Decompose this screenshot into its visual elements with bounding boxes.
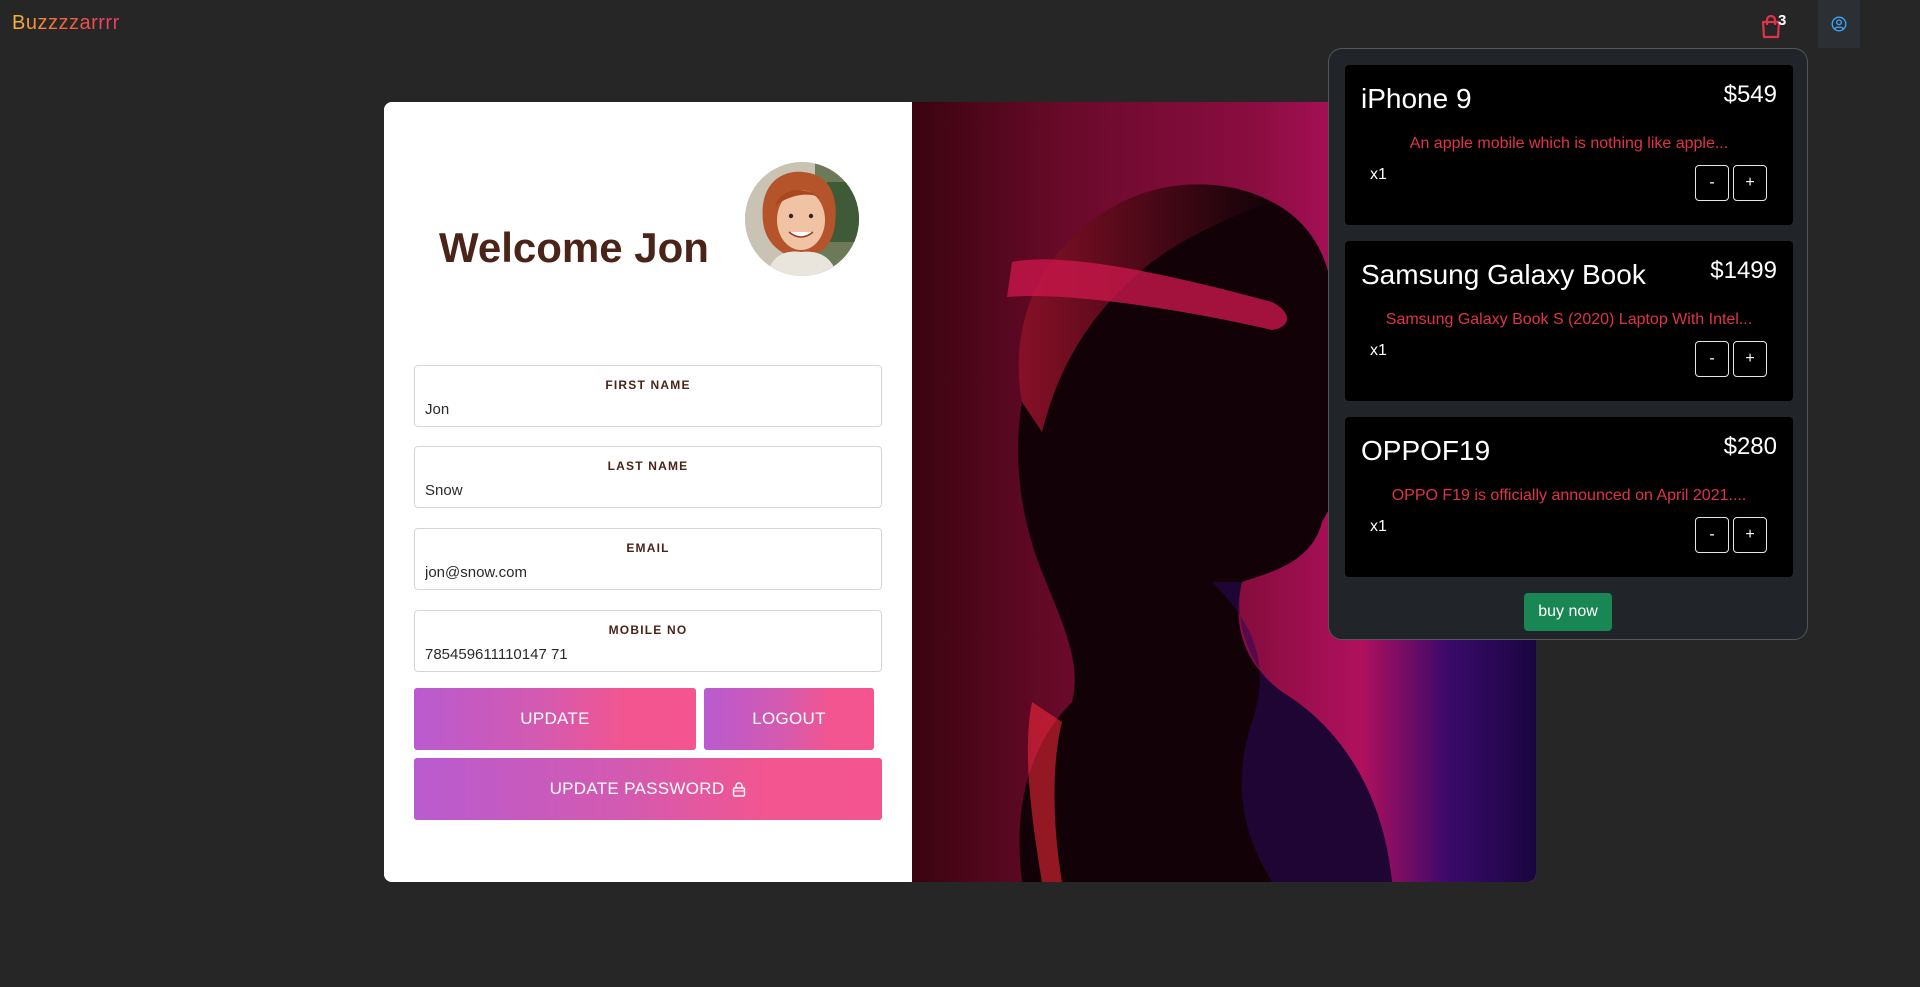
last-name-label: LAST NAME (607, 459, 689, 473)
item-description: Samsung Galaxy Book S (2020) Laptop With… (1385, 311, 1753, 328)
update-button[interactable]: UPDATE (414, 688, 696, 750)
item-title: iPhone 9 (1361, 83, 1472, 114)
email-field[interactable]: EMAIL (414, 528, 882, 590)
cart-item: iPhone 9 $549 An apple mobile which is n… (1345, 65, 1793, 225)
first-name-input[interactable] (425, 398, 871, 420)
cart-dropdown: iPhone 9 $549 An apple mobile which is n… (1328, 48, 1808, 640)
first-name-label: FIRST NAME (605, 378, 691, 392)
decrease-quantity-button[interactable]: - (1695, 517, 1729, 553)
item-quantity: x1 (1370, 342, 1387, 359)
email-label: EMAIL (626, 541, 670, 555)
logout-button[interactable]: LOGOUT (704, 688, 874, 750)
mobile-label: MOBILE NO (608, 623, 688, 637)
mobile-input[interactable] (425, 643, 871, 665)
cart-item: OPPOF19 $280 OPPO F19 is officially anno… (1345, 417, 1793, 577)
avatar (745, 162, 859, 276)
item-description: OPPO F19 is officially announced on Apri… (1391, 487, 1747, 504)
profile-form-pane: Welcome Jon FIRST NAME LAST NAME (384, 102, 912, 882)
update-password-button[interactable]: UPDATE PASSWORD (414, 758, 882, 820)
user-menu-button[interactable] (1818, 0, 1860, 48)
user-circle-icon (1831, 16, 1847, 32)
cart-item: Samsung Galaxy Book $1499 Samsung Galaxy… (1345, 241, 1793, 401)
brand-logo[interactable]: Buzzzzarrrr (12, 12, 120, 35)
item-title: Samsung Galaxy Book (1361, 259, 1646, 290)
increase-quantity-button[interactable]: + (1733, 341, 1767, 377)
mobile-field[interactable]: MOBILE NO (414, 610, 882, 672)
avatar-image (745, 162, 859, 276)
item-price: $549 (1723, 81, 1777, 108)
first-name-field[interactable]: FIRST NAME (414, 365, 882, 427)
item-title: OPPOF19 (1361, 435, 1491, 466)
last-name-field[interactable]: LAST NAME (414, 446, 882, 508)
decrease-quantity-button[interactable]: - (1695, 341, 1729, 377)
item-quantity: x1 (1370, 518, 1387, 535)
item-quantity: x1 (1370, 166, 1387, 183)
update-password-label: UPDATE PASSWORD (549, 779, 725, 798)
last-name-input[interactable] (425, 479, 871, 501)
item-price: $1499 (1710, 257, 1777, 284)
increase-quantity-button[interactable]: + (1733, 165, 1767, 201)
buy-now-button[interactable]: buy now (1524, 593, 1612, 631)
decrease-quantity-button[interactable]: - (1695, 165, 1729, 201)
increase-quantity-button[interactable]: + (1733, 517, 1767, 553)
welcome-heading: Welcome Jon (439, 224, 709, 271)
lock-icon (733, 781, 746, 797)
item-price: $280 (1723, 433, 1777, 460)
email-input[interactable] (425, 561, 871, 583)
item-description: An apple mobile which is nothing like ap… (1409, 135, 1729, 152)
cart-count-badge: 3 (1778, 12, 1787, 29)
